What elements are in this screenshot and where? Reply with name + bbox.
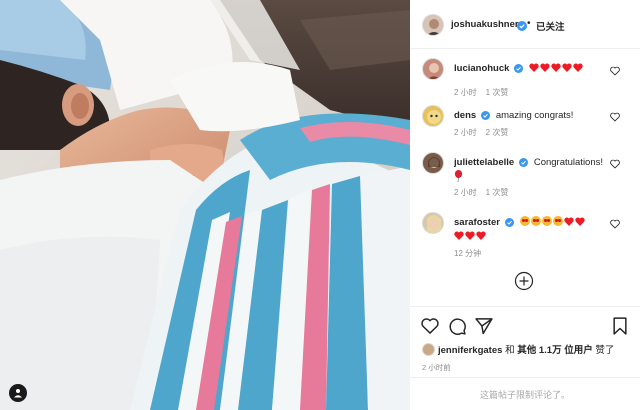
author-avatar[interactable] bbox=[422, 14, 444, 36]
author-username[interactable]: joshuakushner bbox=[451, 19, 519, 30]
post-timestamp[interactable]: 2 小时前 bbox=[422, 362, 451, 373]
verified-badge-icon bbox=[481, 111, 491, 120]
heart-eyes-emoji-icon bbox=[552, 216, 563, 226]
load-more-comments-plus-circle-icon[interactable] bbox=[514, 271, 534, 291]
likes-summary: jenniferkgates 和 其他 1.1万 位用户 赞了 bbox=[422, 342, 614, 356]
comment-avatar[interactable] bbox=[422, 212, 444, 234]
post-photo bbox=[0, 0, 410, 410]
comment-like-heart-icon[interactable] bbox=[610, 219, 620, 229]
red-heart-emoji-icon bbox=[574, 217, 585, 226]
share-icon[interactable] bbox=[474, 316, 494, 336]
likes-and: 和 bbox=[505, 345, 515, 356]
likes-suffix: 赞了 bbox=[595, 345, 615, 356]
comment-text: dens amazing congrats! bbox=[454, 109, 614, 123]
comment-time[interactable]: 2 小时 bbox=[454, 128, 477, 137]
comment-text: juliettelabelle Congratulations! bbox=[454, 156, 614, 185]
comment-username[interactable]: sarafoster bbox=[454, 217, 500, 228]
liker-avatar[interactable] bbox=[422, 343, 435, 356]
red-heart-emoji-icon bbox=[476, 231, 486, 240]
comment-time[interactable]: 2 小时 bbox=[454, 88, 477, 97]
verified-badge-icon bbox=[519, 158, 529, 167]
header-separator: • bbox=[527, 18, 531, 29]
comments-restricted-notice: 这篇帖子限制评论了。 bbox=[479, 390, 570, 400]
liker-username[interactable]: jenniferkgates bbox=[438, 345, 502, 356]
comment-body: Congratulations! bbox=[533, 157, 604, 168]
following-button[interactable]: 已关注 bbox=[536, 19, 565, 33]
red-heart-emoji-icon bbox=[454, 231, 464, 240]
comment-time[interactable]: 2 小时 bbox=[454, 188, 477, 197]
verified-badge-icon bbox=[514, 64, 524, 73]
comment-icon[interactable] bbox=[447, 316, 467, 336]
comment-emoji-row bbox=[529, 63, 584, 74]
author-avatar-image bbox=[427, 19, 441, 35]
heart-eyes-emoji-icon bbox=[519, 216, 530, 226]
comment-avatar[interactable] bbox=[422, 152, 444, 174]
comment-time[interactable]: 12 分钟 bbox=[454, 249, 481, 258]
user-tag-button[interactable] bbox=[9, 384, 27, 402]
likes-others-link[interactable]: 其他 1.1万 位用户 bbox=[517, 345, 593, 356]
bookmark-icon[interactable] bbox=[610, 316, 630, 336]
verified-badge-icon bbox=[504, 218, 514, 227]
comment-likes-count[interactable]: 1 次赞 bbox=[486, 88, 509, 97]
heart-eyes-emoji-icon bbox=[541, 216, 552, 226]
post-action-bar bbox=[410, 316, 640, 338]
red-heart-emoji-icon bbox=[562, 63, 572, 72]
footer-divider bbox=[410, 377, 640, 378]
comment-username[interactable]: juliettelabelle bbox=[454, 157, 514, 168]
comment-meta: 2 小时 1 次赞 bbox=[454, 87, 517, 98]
verified-badge-icon bbox=[517, 18, 527, 36]
comment-text: lucianohuck bbox=[454, 62, 614, 76]
post-header: joshuakushner • 已关注 bbox=[410, 0, 640, 49]
comment-like-heart-icon[interactable] bbox=[610, 66, 620, 76]
comment-avatar[interactable] bbox=[422, 58, 444, 80]
balloon-emoji-icon bbox=[454, 170, 463, 183]
red-heart-emoji-icon bbox=[529, 63, 539, 72]
red-heart-emoji-icon bbox=[540, 63, 550, 72]
comment-likes-count[interactable]: 2 次赞 bbox=[486, 128, 509, 137]
comment-meta: 2 小时 1 次赞 bbox=[454, 187, 517, 198]
heart-eyes-emoji-icon bbox=[530, 216, 541, 226]
red-heart-emoji-icon bbox=[563, 217, 574, 226]
red-heart-emoji-icon bbox=[573, 63, 583, 72]
comment-like-heart-icon[interactable] bbox=[610, 159, 620, 169]
comment-body: amazing congrats! bbox=[495, 110, 574, 121]
comment-meta: 12 分钟 bbox=[454, 248, 490, 259]
red-heart-emoji-icon bbox=[465, 231, 475, 240]
heart-outline-icon[interactable] bbox=[420, 316, 440, 336]
user-tag-icon bbox=[14, 389, 22, 398]
actions-divider bbox=[410, 306, 640, 307]
comment-likes-count[interactable]: 1 次赞 bbox=[486, 188, 509, 197]
newborn-photo-image bbox=[0, 0, 410, 410]
comment-avatar[interactable] bbox=[422, 105, 444, 127]
comment-username[interactable]: dens bbox=[454, 110, 476, 121]
comment-text: sarafoster bbox=[454, 216, 614, 244]
comment-meta: 2 小时 2 次赞 bbox=[454, 127, 517, 138]
red-heart-emoji-icon bbox=[551, 63, 561, 72]
post-side-panel: joshuakushner • 已关注 lucianohuck 2 小时 1 次赞… bbox=[410, 0, 640, 410]
comment-like-heart-icon[interactable] bbox=[610, 112, 620, 122]
comment-username[interactable]: lucianohuck bbox=[454, 63, 509, 74]
